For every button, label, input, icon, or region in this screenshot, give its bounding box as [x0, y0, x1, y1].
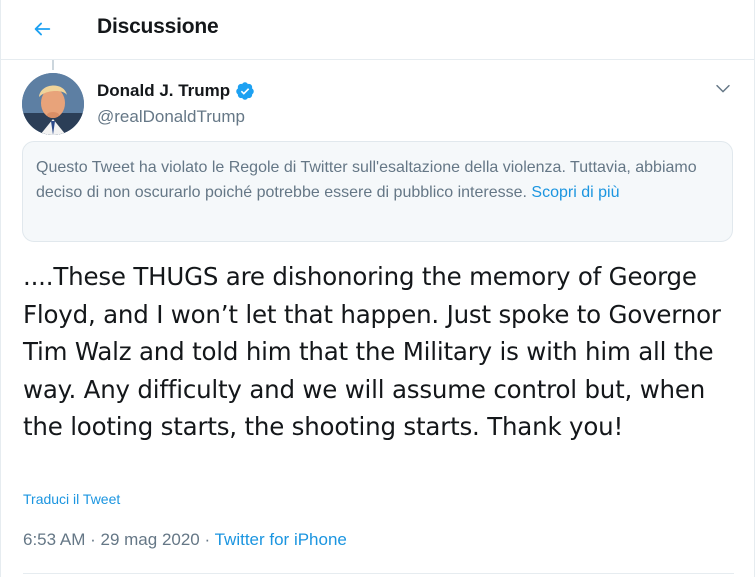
divider — [23, 573, 734, 574]
tweet-date[interactable]: 29 mag 2020 — [101, 530, 200, 549]
tweet-time[interactable]: 6:53 AM — [23, 530, 85, 549]
policy-notice: Questo Tweet ha violato le Regole di Twi… — [22, 141, 733, 242]
verified-badge-icon — [236, 82, 254, 100]
page-title: Discussione — [97, 15, 219, 38]
tweet-metadata: 6:53 AM · 29 mag 2020 · Twitter for iPho… — [23, 530, 347, 550]
tweet-source-link[interactable]: Twitter for iPhone — [215, 530, 347, 549]
learn-more-link[interactable]: Scopri di più — [531, 184, 619, 201]
meta-separator: · — [204, 530, 211, 549]
more-options-button[interactable] — [709, 78, 737, 100]
arrow-left-icon — [34, 22, 51, 36]
author-name[interactable]: Donald J. Trump — [97, 81, 230, 101]
back-button[interactable] — [23, 10, 61, 48]
author-handle[interactable]: @realDonaldTrump — [97, 107, 245, 127]
profile-photo-icon — [22, 73, 84, 135]
avatar[interactable] — [22, 73, 84, 135]
translate-tweet-link[interactable]: Traduci il Tweet — [23, 491, 120, 507]
tweet-thread-page: Discussione Donald J. Trump @realDonaldT… — [0, 0, 755, 577]
tweet-body: ....These THUGS are dishonoring the memo… — [23, 262, 721, 441]
meta-separator: · — [90, 530, 96, 549]
page-header: Discussione — [1, 0, 754, 60]
thread-connector-line — [52, 60, 54, 70]
chevron-down-icon — [716, 84, 730, 93]
author-name-row: Donald J. Trump — [97, 81, 255, 101]
